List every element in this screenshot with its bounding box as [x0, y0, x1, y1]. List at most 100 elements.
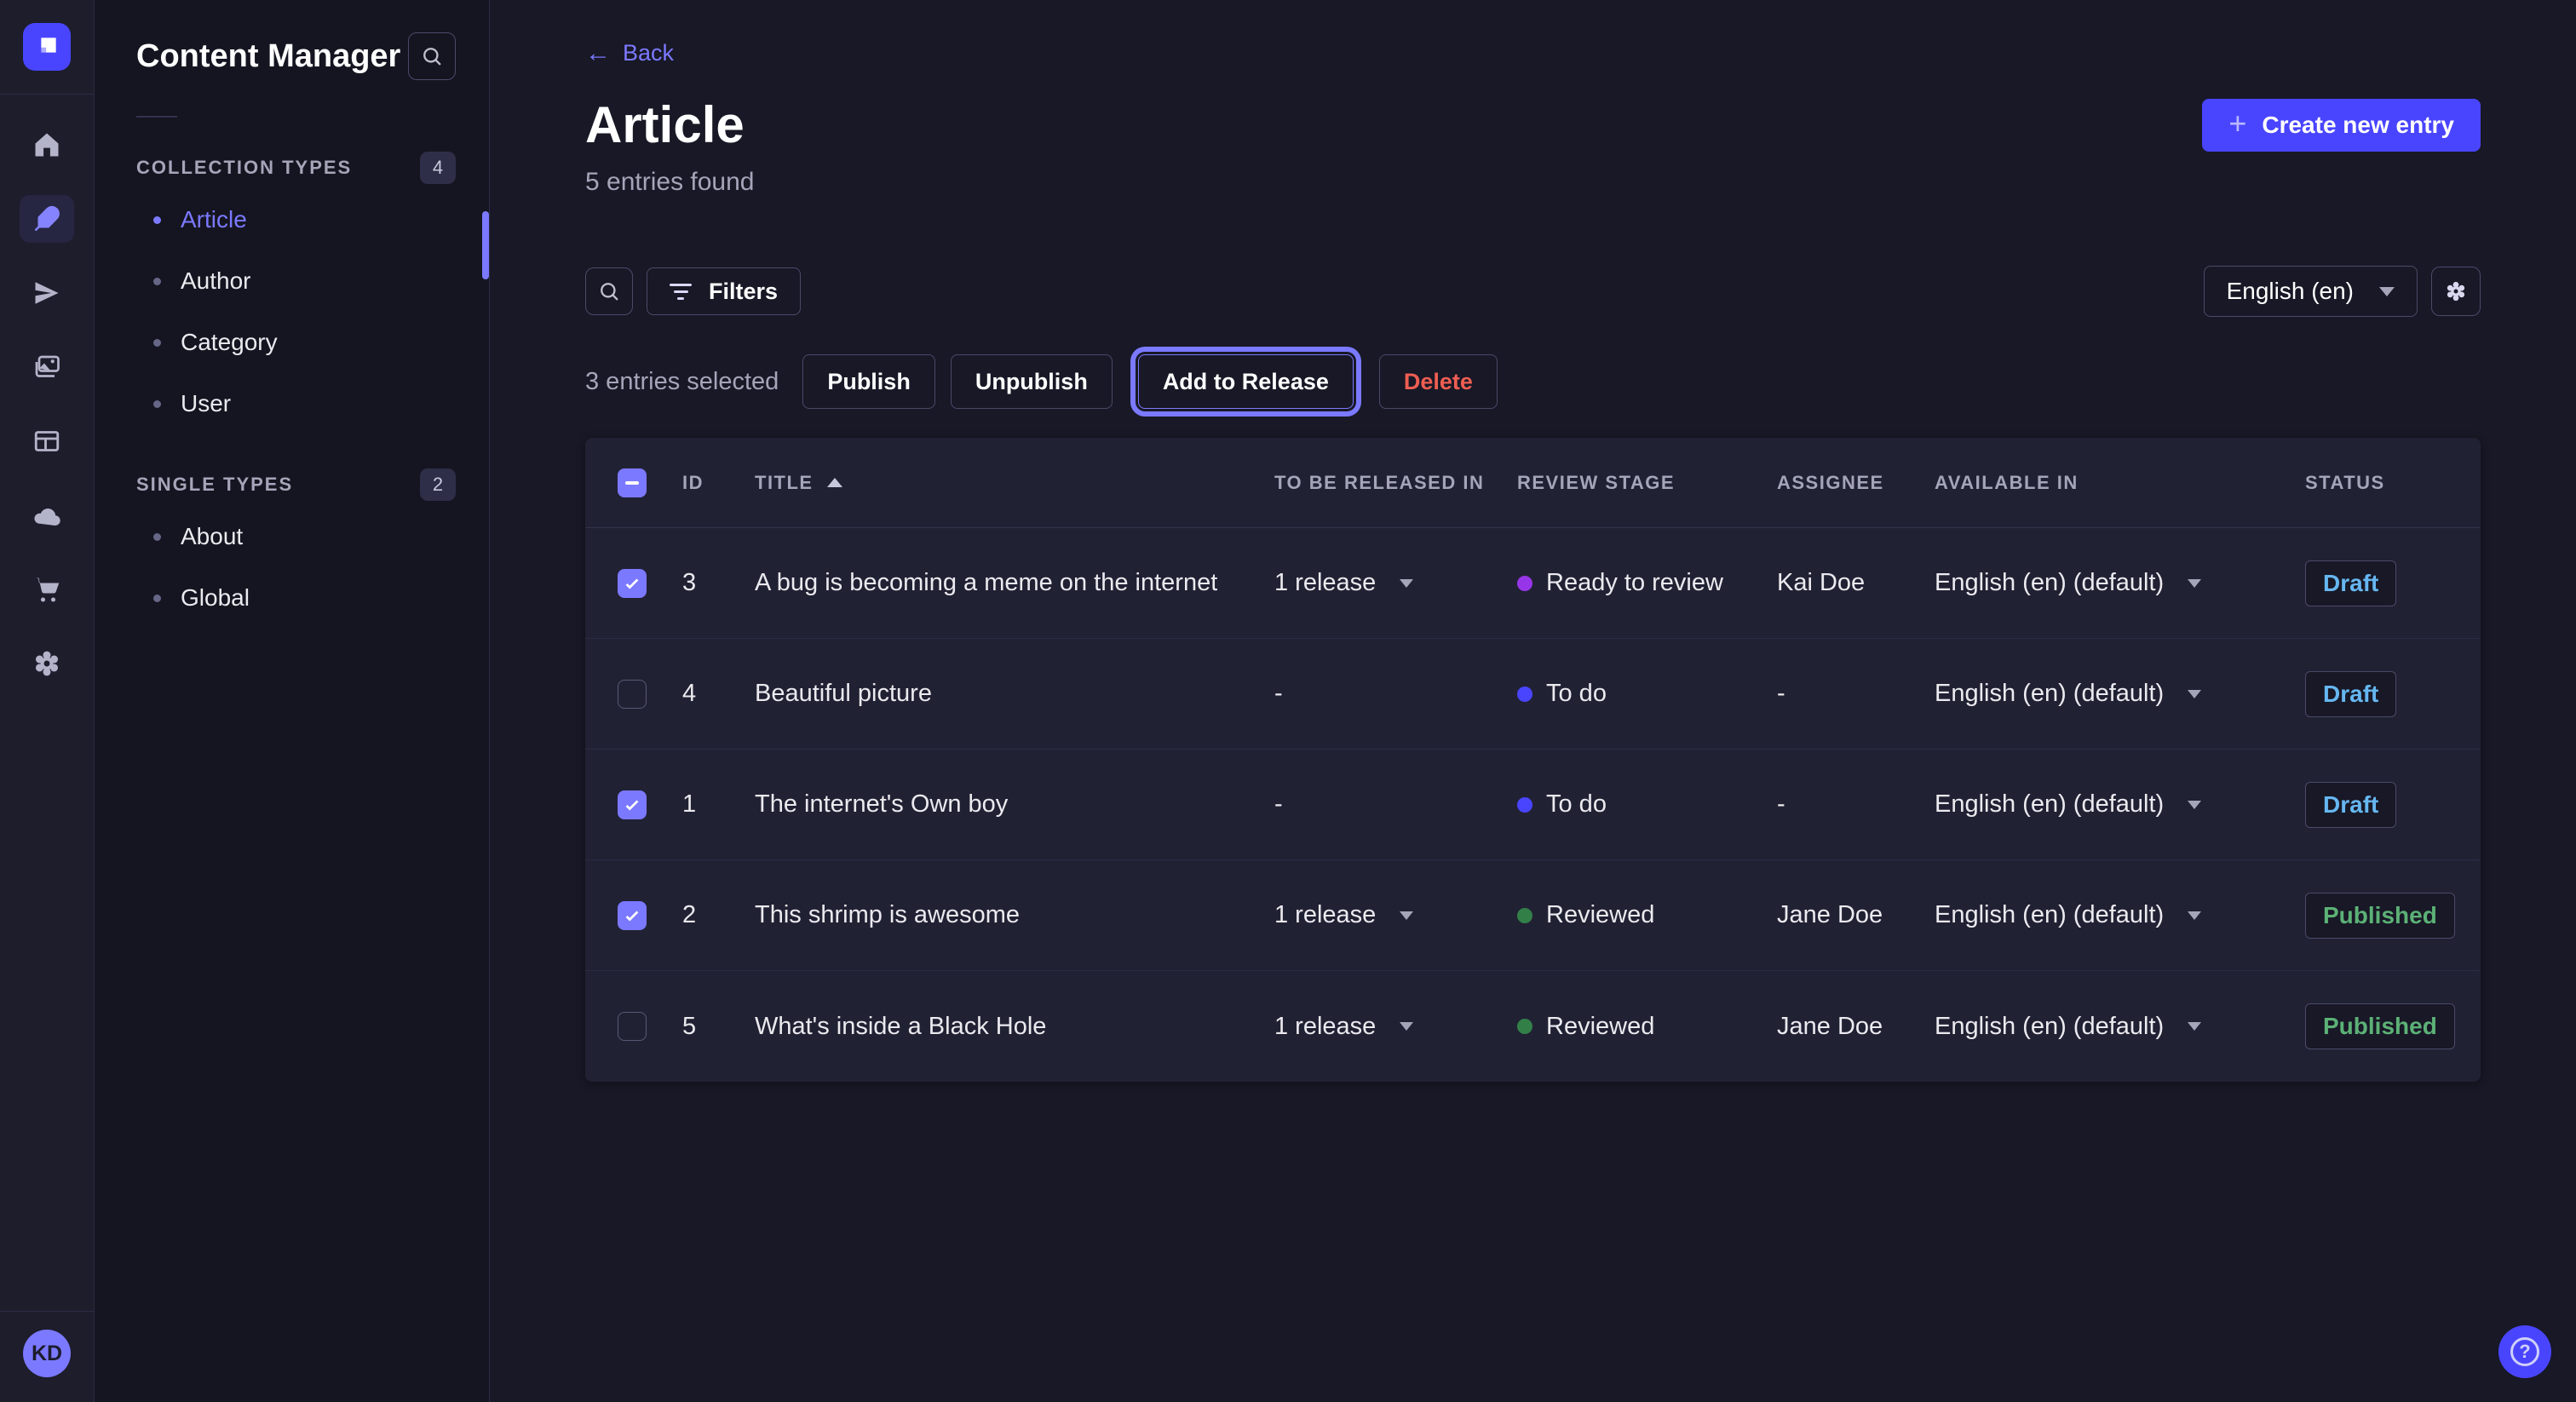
- cell-review-stage: Reviewed: [1546, 901, 1654, 929]
- locale-dropdown[interactable]: English (en) (default): [1912, 680, 2283, 708]
- sidebar-item-label: About: [181, 523, 243, 550]
- stage-dot-icon: [1517, 908, 1532, 923]
- sidebar-item-global[interactable]: Global: [136, 567, 456, 629]
- entries-count: 5 entries found: [585, 167, 2481, 198]
- sidebar-item-about[interactable]: About: [136, 506, 456, 567]
- sidebar-item-label: Author: [181, 267, 251, 295]
- release-dropdown[interactable]: 1 release: [1252, 569, 1495, 597]
- single-types-label: SINGLE TYPES: [136, 474, 293, 496]
- cell-assignee: -: [1777, 680, 1785, 708]
- back-link[interactable]: ← Back: [585, 40, 674, 66]
- indeterminate-dash-icon: [625, 481, 639, 485]
- sidebar-item-category[interactable]: Category: [136, 312, 456, 373]
- publish-button[interactable]: Publish: [802, 354, 935, 409]
- table-row[interactable]: 4 Beautiful picture - To do - English (e…: [585, 639, 2481, 750]
- row-checkbox[interactable]: [618, 680, 647, 709]
- media-library-icon[interactable]: [20, 343, 74, 391]
- column-header-title[interactable]: TITLE: [733, 472, 1252, 494]
- subnav-divider: [136, 116, 177, 118]
- cell-available-in: English (en) (default): [1935, 901, 2164, 929]
- table-search-button[interactable]: [585, 267, 633, 315]
- plus-icon: +: [2228, 108, 2246, 139]
- row-checkbox[interactable]: [618, 790, 647, 819]
- user-avatar[interactable]: KD: [23, 1330, 71, 1377]
- create-new-entry-button[interactable]: + Create new entry: [2202, 99, 2481, 152]
- help-button[interactable]: ?: [2498, 1325, 2551, 1378]
- column-header-status: STATUS: [2283, 472, 2481, 494]
- sidebar-item-author[interactable]: Author: [136, 250, 456, 312]
- deploy-cloud-icon[interactable]: [20, 491, 74, 539]
- cell-assignee: Jane Doe: [1777, 1013, 1883, 1041]
- cell-id: 2: [682, 901, 696, 929]
- stage-dot-icon: [1517, 576, 1532, 591]
- cell-review-stage: To do: [1546, 680, 1607, 708]
- cell-id: 5: [682, 1013, 696, 1041]
- locale-select[interactable]: English (en): [2204, 266, 2418, 317]
- table-row[interactable]: 3 A bug is becoming a meme on the intern…: [585, 528, 2481, 639]
- locale-dropdown[interactable]: English (en) (default): [1912, 901, 2283, 929]
- search-icon: [420, 44, 444, 68]
- table-row[interactable]: 2 This shrimp is awesome 1 release Revie…: [585, 860, 2481, 971]
- cell-assignee: -: [1777, 790, 1785, 819]
- column-header-review-stage: REVIEW STAGE: [1495, 472, 1755, 494]
- status-badge: Draft: [2305, 671, 2396, 717]
- subnav-search-button[interactable]: [408, 32, 456, 80]
- cell-release: -: [1274, 790, 1283, 819]
- bullet-icon: [153, 339, 161, 347]
- release-dropdown[interactable]: 1 release: [1252, 1013, 1495, 1041]
- subnav-title: Content Manager: [136, 38, 400, 75]
- row-checkbox[interactable]: [618, 901, 647, 930]
- filters-button[interactable]: Filters: [647, 267, 801, 315]
- entries-table: ID TITLE TO BE RELEASED IN REVIEW STAGE …: [585, 438, 2481, 1082]
- marketplace-cart-icon[interactable]: [20, 566, 74, 613]
- cell-release: 1 release: [1274, 901, 1376, 929]
- content-manager-icon[interactable]: [20, 195, 74, 243]
- releases-icon[interactable]: [20, 269, 74, 317]
- main-content: ← Back Article 5 entries found + Create …: [490, 0, 2576, 1402]
- cell-title: This shrimp is awesome: [755, 901, 1020, 929]
- sidebar-item-article[interactable]: Article: [136, 189, 456, 250]
- check-icon: [623, 574, 641, 593]
- gear-icon: [2443, 279, 2469, 304]
- home-icon[interactable]: [20, 121, 74, 169]
- column-header-assignee: ASSIGNEE: [1755, 472, 1912, 494]
- create-new-entry-label: Create new entry: [2262, 112, 2454, 139]
- sidebar-item-user[interactable]: User: [136, 373, 456, 434]
- main-nav-rail: KD: [0, 0, 95, 1402]
- locale-dropdown[interactable]: English (en) (default): [1912, 1013, 2283, 1041]
- strapi-logo[interactable]: [23, 23, 71, 71]
- row-checkbox[interactable]: [618, 1012, 647, 1041]
- page-title: Article: [585, 95, 2481, 155]
- unpublish-button[interactable]: Unpublish: [951, 354, 1113, 409]
- strapi-logo-icon: [33, 33, 60, 60]
- locale-dropdown[interactable]: English (en) (default): [1912, 569, 2283, 597]
- column-header-id[interactable]: ID: [660, 472, 733, 494]
- single-types-menu: About Global: [136, 506, 456, 629]
- chevron-down-icon: [1400, 579, 1413, 588]
- table-row[interactable]: 5 What's inside a Black Hole 1 release R…: [585, 971, 2481, 1082]
- sidebar-item-label: Global: [181, 584, 250, 612]
- content-type-builder-icon[interactable]: [20, 417, 74, 465]
- cell-assignee: Jane Doe: [1777, 901, 1883, 929]
- add-to-release-button[interactable]: Add to Release: [1138, 354, 1354, 409]
- locale-dropdown[interactable]: English (en) (default): [1912, 790, 2283, 819]
- status-badge: Published: [2305, 1003, 2455, 1049]
- rail-bottom: KD: [0, 1311, 95, 1402]
- cell-title: Beautiful picture: [755, 680, 932, 708]
- cell-release: 1 release: [1274, 1013, 1376, 1041]
- question-mark-icon: ?: [2510, 1337, 2539, 1366]
- stage-dot-icon: [1517, 797, 1532, 813]
- table-row[interactable]: 1 The internet's Own boy - To do - Engli…: [585, 750, 2481, 860]
- table-header-row: ID TITLE TO BE RELEASED IN REVIEW STAGE …: [585, 438, 2481, 528]
- column-header-available-in: AVAILABLE IN: [1912, 472, 2283, 494]
- cell-id: 1: [682, 790, 696, 819]
- cell-assignee: Kai Doe: [1777, 569, 1865, 597]
- select-all-checkbox[interactable]: [618, 468, 647, 497]
- bullet-icon: [153, 533, 161, 541]
- delete-button[interactable]: Delete: [1379, 354, 1498, 409]
- chevron-down-icon: [2188, 690, 2201, 698]
- view-settings-button[interactable]: [2431, 267, 2481, 316]
- release-dropdown[interactable]: 1 release: [1252, 901, 1495, 929]
- settings-gear-icon[interactable]: [20, 640, 74, 687]
- row-checkbox[interactable]: [618, 569, 647, 598]
